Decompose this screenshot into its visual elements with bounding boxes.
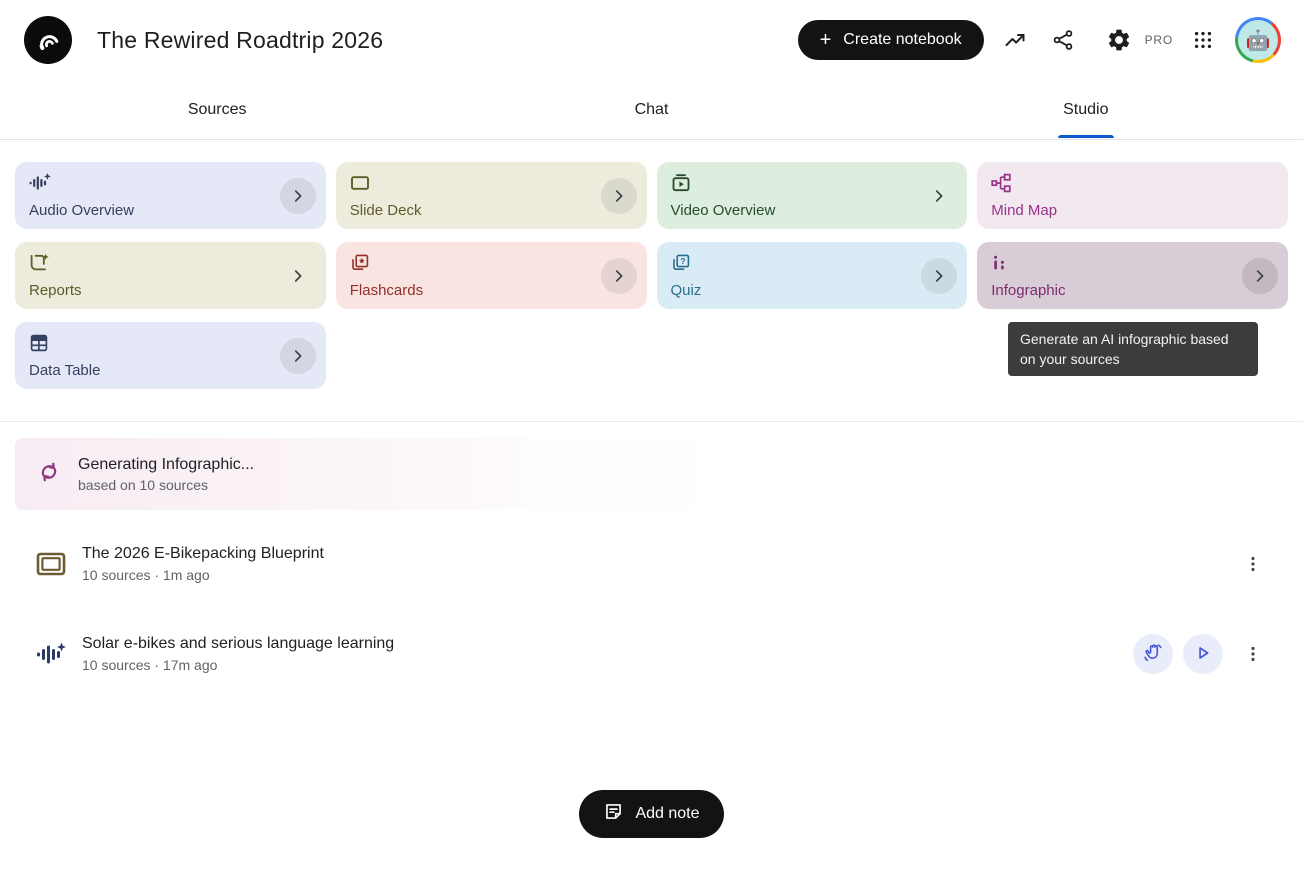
audio-waveform-icon [36, 640, 70, 668]
card-label: Mind Map [991, 202, 1274, 219]
studio-card-infographic[interactable]: Infographic [977, 242, 1288, 309]
card-label: Quiz [671, 282, 954, 299]
audio-waveform-icon [29, 173, 312, 193]
quiz-icon: ? [671, 253, 954, 273]
avatar-image: 🤖 [1238, 20, 1278, 60]
card-label: Slide Deck [350, 202, 633, 219]
chevron-right-icon[interactable] [921, 178, 957, 214]
more-menu-icon[interactable] [1241, 634, 1265, 674]
item-meta: 10 sources · 1m ago [82, 567, 1233, 583]
generating-infographic-row: Generating Infographic... based on 10 so… [15, 438, 717, 510]
generating-title: Generating Infographic... [78, 456, 254, 474]
play-icon [1193, 643, 1213, 666]
play-audio-button[interactable] [1183, 634, 1223, 674]
mind-map-icon [991, 173, 1274, 193]
studio-card-mind-map[interactable]: Mind Map [977, 162, 1288, 229]
studio-card-reports[interactable]: Reports [15, 242, 326, 309]
card-label: Flashcards [350, 282, 633, 299]
chevron-right-icon[interactable] [280, 178, 316, 214]
reports-icon [29, 253, 312, 273]
trending-up-icon[interactable] [991, 16, 1039, 64]
generating-subtitle: based on 10 sources [78, 477, 254, 493]
note-icon [603, 801, 624, 827]
tab-label: Chat [633, 83, 671, 137]
notebook-title[interactable]: The Rewired Roadtrip 2026 [97, 27, 383, 54]
notebooklm-logo[interactable] [24, 16, 72, 64]
svg-text:?: ? [680, 256, 685, 266]
chevron-right-icon[interactable] [601, 258, 637, 294]
item-title: Solar e-bikes and serious language learn… [82, 635, 1133, 653]
studio-card-quiz[interactable]: ? Quiz [657, 242, 968, 309]
settings-gear-icon[interactable] [1095, 16, 1143, 64]
chevron-right-icon[interactable] [601, 178, 637, 214]
studio-card-video-overview[interactable]: Video Overview [657, 162, 968, 229]
tab-sources[interactable]: Sources [0, 80, 434, 139]
section-divider [0, 421, 1303, 422]
card-label: Reports [29, 282, 312, 299]
app-header: The Rewired Roadtrip 2026 + Create noteb… [0, 0, 1303, 80]
sync-spinner-icon [36, 459, 62, 490]
slide-deck-icon [350, 173, 633, 193]
avatar[interactable]: 🤖 [1235, 17, 1281, 63]
studio-card-data-table[interactable]: Data Table [15, 322, 326, 389]
chevron-right-icon[interactable] [280, 338, 316, 374]
studio-item-audio-overview[interactable]: Solar e-bikes and serious language learn… [0, 626, 1303, 682]
share-icon[interactable] [1039, 16, 1087, 64]
tab-label: Studio [1061, 83, 1110, 137]
apps-grid-icon[interactable] [1179, 16, 1227, 64]
card-label: Video Overview [671, 202, 954, 219]
slide-deck-icon [36, 551, 70, 577]
infographic-tooltip: Generate an AI infographic based on your… [1008, 322, 1258, 376]
create-notebook-label: Create notebook [843, 31, 961, 49]
item-title: The 2026 E-Bikepacking Blueprint [82, 545, 1233, 563]
create-notebook-button[interactable]: + Create notebook [798, 20, 984, 60]
add-note-label: Add note [635, 805, 699, 823]
card-label: Infographic [991, 282, 1274, 299]
video-overview-icon [671, 173, 954, 193]
card-label: Audio Overview [29, 202, 312, 219]
data-table-icon [29, 333, 312, 353]
panel-tabs: Sources Chat Studio [0, 80, 1303, 140]
pro-badge: PRO [1145, 33, 1173, 47]
studio-item-slide-deck[interactable]: The 2026 E-Bikepacking Blueprint 10 sour… [0, 536, 1303, 592]
chevron-right-icon[interactable] [1242, 258, 1278, 294]
tab-chat[interactable]: Chat [434, 80, 868, 139]
flashcards-icon [350, 253, 633, 273]
add-note-button[interactable]: Add note [579, 790, 723, 838]
item-meta: 10 sources · 17m ago [82, 657, 1133, 673]
interactive-mode-button[interactable] [1133, 634, 1173, 674]
infographic-icon [991, 253, 1274, 273]
studio-card-flashcards[interactable]: Flashcards [336, 242, 647, 309]
chevron-right-icon[interactable] [280, 258, 316, 294]
more-menu-icon[interactable] [1241, 544, 1265, 584]
tab-studio[interactable]: Studio [869, 80, 1303, 139]
waving-hand-icon [1142, 642, 1164, 667]
tab-label: Sources [186, 83, 249, 137]
studio-card-audio-overview[interactable]: Audio Overview [15, 162, 326, 229]
plus-icon: + [820, 30, 832, 50]
studio-card-slide-deck[interactable]: Slide Deck [336, 162, 647, 229]
card-label: Data Table [29, 362, 312, 379]
chevron-right-icon[interactable] [921, 258, 957, 294]
